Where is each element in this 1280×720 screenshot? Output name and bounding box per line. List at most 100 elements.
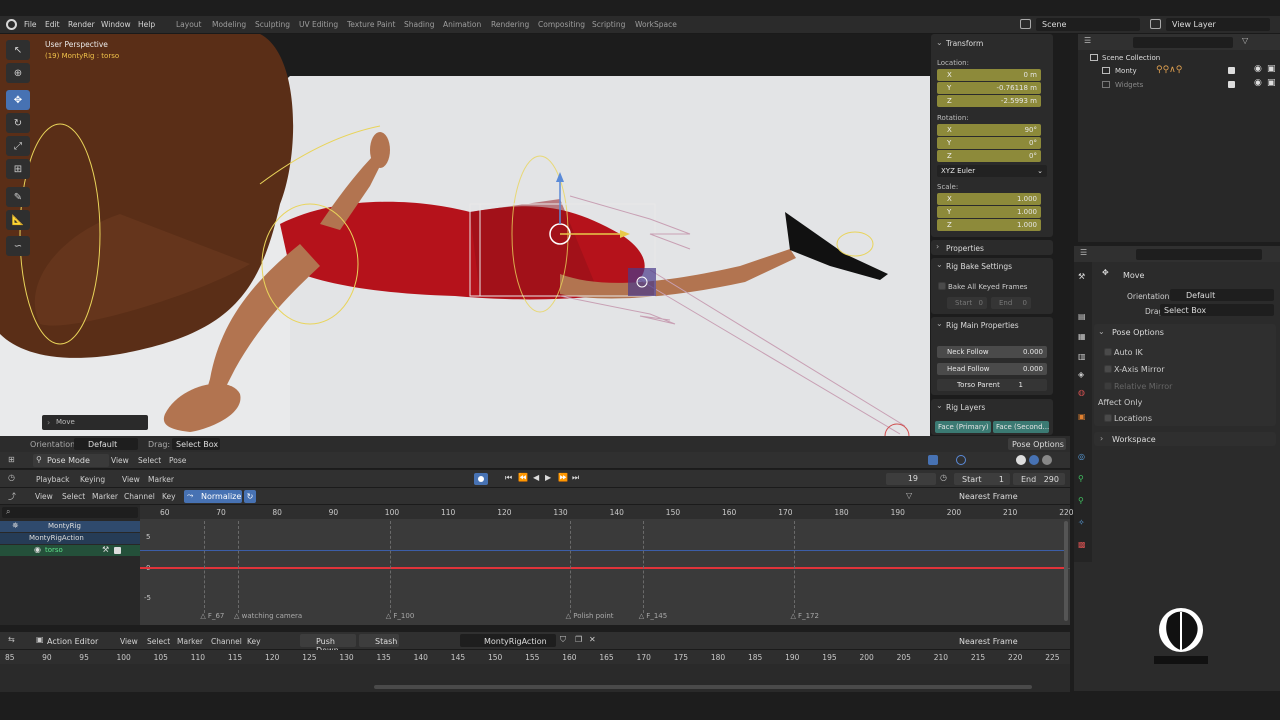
head-follow-field[interactable]: Head Follow 0.000 (937, 363, 1047, 375)
outliner-search-field[interactable] (1133, 37, 1233, 48)
properties-subpanel[interactable]: › Properties (931, 240, 1053, 255)
pose-options-title[interactable]: Pose Options (1112, 328, 1164, 337)
channel-row-armature[interactable]: ✵ MontyRig (0, 521, 140, 532)
tab-layout[interactable]: Layout (176, 20, 202, 29)
menu-marker[interactable]: Marker (148, 475, 174, 484)
visibility-checkbox[interactable] (1228, 81, 1235, 88)
measure-tool-icon[interactable]: 📐 (6, 210, 30, 230)
location-x-field[interactable]: X0 m (937, 69, 1041, 81)
orientation-dropdown[interactable]: Default (74, 438, 138, 450)
menu-select[interactable]: Select (147, 637, 170, 646)
mode-dropdown[interactable]: ⚲ Pose Mode (33, 454, 109, 467)
menu-edit[interactable]: Edit (45, 20, 60, 29)
relative-mirror-checkbox[interactable] (1104, 382, 1112, 390)
cursor-tool-icon[interactable]: ⊕ (6, 63, 30, 83)
location-y-field[interactable]: Y -0.76118 m (937, 82, 1041, 94)
tab-compositing[interactable]: Compositing (538, 20, 585, 29)
auto-ik-checkbox[interactable] (1104, 348, 1112, 356)
bone-tab-icon[interactable]: ⚲ (1078, 496, 1084, 505)
marker-label[interactable]: △ F_67 (200, 612, 224, 620)
visibility-checkbox[interactable] (1228, 67, 1235, 74)
graph-editor-icon[interactable]: ⤴ (8, 491, 16, 502)
current-frame-field[interactable]: 19 (886, 473, 936, 485)
fake-user-icon[interactable]: ⛉ (560, 635, 566, 645)
select-cursor-tool-icon[interactable]: ↖ (6, 40, 30, 60)
menu-window[interactable]: Window (101, 20, 131, 29)
tab-animation[interactable]: Animation (443, 20, 481, 29)
channel-row-bone[interactable]: ◉ torso ⚒ (0, 545, 140, 556)
push-down-button[interactable]: Push Down (300, 634, 356, 655)
tool-tab-icon[interactable]: ⚒ (1078, 272, 1085, 281)
gizmo-icon[interactable] (928, 455, 938, 465)
rotation-x-field[interactable]: X 90° (937, 124, 1041, 136)
record-button[interactable] (474, 473, 488, 485)
tab-scripting[interactable]: Scripting (592, 20, 625, 29)
normalize-toggle[interactable]: ⤳ Normalize (184, 490, 242, 503)
menu-key[interactable]: Key (247, 637, 261, 646)
action-editor-area[interactable]: 85 90 95 100 105 110 115 120 125 130 135 140 145 150 1… (0, 650, 1070, 692)
timeline-editor-icon[interactable]: ◷ (8, 473, 15, 482)
chevron-down-icon[interactable]: ⌄ (936, 319, 943, 328)
menu-file[interactable]: File (24, 20, 37, 29)
location-z-field[interactable]: Z -2.5993 m (937, 95, 1041, 107)
rotation-z-field[interactable]: Z 0° (937, 150, 1041, 162)
editor-type-icon[interactable]: ☰ (1080, 248, 1087, 257)
locations-checkbox[interactable] (1104, 414, 1112, 422)
menu-view[interactable]: View (120, 637, 138, 646)
world-tab-icon[interactable]: ◍ (1078, 388, 1085, 397)
output-tab-icon[interactable]: ▦ (1078, 332, 1086, 341)
face-primary-toggle[interactable]: Face (Primary) (935, 421, 991, 433)
marker-label[interactable]: △ F_145 (639, 612, 668, 620)
menu-channel[interactable]: Channel (211, 637, 242, 646)
marker-label[interactable]: △ watching camera (234, 612, 302, 620)
menu-key[interactable]: Key (162, 492, 176, 501)
snap-dropdown[interactable]: Nearest Frame (955, 490, 1029, 503)
view-layer-icon[interactable] (1150, 19, 1161, 29)
lock-checkbox[interactable] (114, 547, 121, 554)
transform-tool-icon[interactable]: ⊞ (6, 159, 30, 179)
scale-x-field[interactable]: X 1.000 (937, 193, 1041, 205)
view-layer-tab-icon[interactable]: ▥ (1078, 352, 1086, 361)
action-selector[interactable]: MontyRigAction (460, 634, 556, 647)
menu-render[interactable]: Render (68, 20, 95, 29)
scale-tool-icon[interactable]: ⤢ (6, 136, 30, 156)
pose-options-button[interactable]: Pose Options (1008, 438, 1066, 450)
shading-solid-icon[interactable] (1016, 455, 1026, 465)
eye-icon[interactable]: ◉ (1254, 78, 1262, 88)
workspace-section[interactable]: › Workspace (1094, 432, 1276, 446)
close-icon[interactable]: ✕ (589, 635, 596, 644)
outliner-filter-icon[interactable]: ☰ (1084, 36, 1091, 45)
torso-parent-field[interactable]: Torso Parent 1 (937, 379, 1047, 391)
x-axis-mirror-checkbox[interactable] (1104, 365, 1112, 373)
scale-y-field[interactable]: Y 1.000 (937, 206, 1041, 218)
refresh-icon[interactable]: ↻ (244, 490, 256, 503)
bake-all-checkbox[interactable] (938, 282, 946, 290)
data-tab-icon[interactable]: ⚲ (1078, 474, 1084, 483)
dopesheet-editor-icon[interactable]: ⇆ (8, 635, 15, 644)
menu-marker[interactable]: Marker (177, 637, 203, 646)
rotation-y-field[interactable]: Y 0° (937, 137, 1041, 149)
menu-select[interactable]: Select (62, 492, 85, 501)
snap-dropdown[interactable]: Nearest Frame (955, 634, 1029, 647)
rotate-tool-icon[interactable]: ↻ (6, 113, 30, 133)
chevron-down-icon[interactable]: ⌄ (1098, 327, 1105, 336)
menu-help[interactable]: Help (138, 20, 155, 29)
overlay-icon[interactable] (956, 455, 966, 465)
outliner-item-monty[interactable]: Monty (1115, 67, 1137, 75)
marker-label[interactable]: △ F_100 (386, 612, 415, 620)
menu-marker[interactable]: Marker (92, 492, 118, 501)
rig-main-header[interactable]: Rig Main Properties (946, 321, 1019, 330)
jump-start-icon[interactable]: ⏮ (505, 473, 512, 483)
properties-search-field[interactable] (1136, 249, 1262, 260)
tab-sculpting[interactable]: Sculpting (255, 20, 290, 29)
graph-area[interactable]: 60 70 80 90 100 110 120 130 140 150 160 170 180 190 20… (140, 505, 1074, 625)
bone-constraint-tab-icon[interactable]: ✧ (1078, 518, 1085, 527)
object-tab-icon[interactable]: ▣ (1078, 412, 1086, 421)
marker-label[interactable]: △ Polish point (566, 612, 614, 620)
editor-type-icon[interactable]: ⊞ (8, 455, 15, 464)
menu-pose[interactable]: Pose (169, 456, 186, 465)
frame-start-field[interactable]: Start 1 (954, 473, 1010, 485)
blender-logo-icon[interactable] (6, 19, 17, 30)
render-tab-icon[interactable]: ▤ (1078, 312, 1086, 321)
texture-tab-icon[interactable]: ▩ (1078, 540, 1086, 549)
